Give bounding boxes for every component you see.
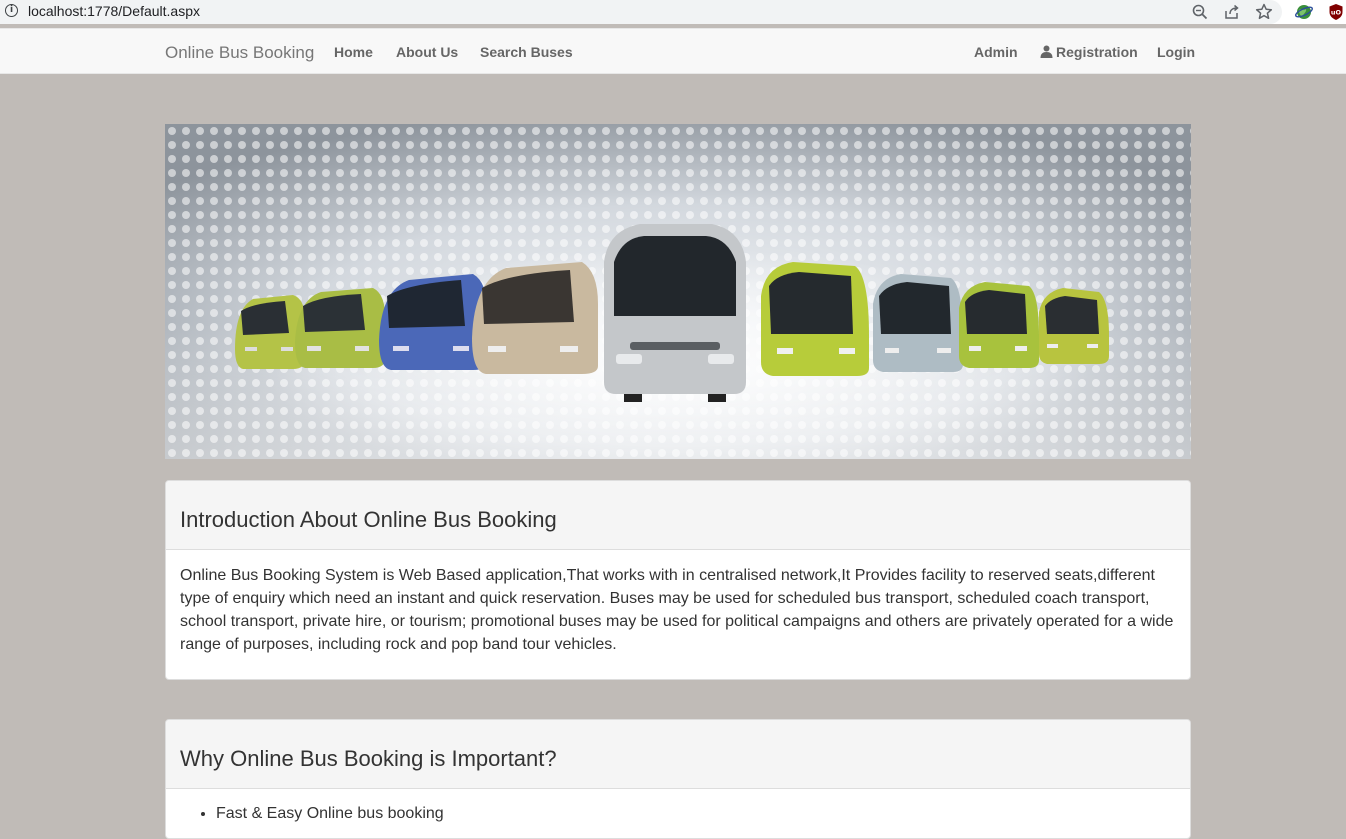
ublock-icon[interactable]: uO [1326, 2, 1346, 22]
intro-panel-body: Online Bus Booking System is Web Based a… [180, 567, 1174, 653]
why-panel-list: Fast & Easy Online bus booking [180, 802, 1176, 825]
bus-2 [295, 288, 385, 368]
bookmark-star-icon[interactable] [1254, 2, 1274, 22]
intro-panel-title: Introduction About Online Bus Booking [166, 481, 1190, 550]
bus-9 [1039, 288, 1109, 364]
address-bar[interactable]: i localhost:1778/Default.aspx [0, 0, 1282, 24]
why-panel-body: Fast & Easy Online bus booking [166, 789, 1190, 825]
why-panel-title: Why Online Bus Booking is Important? [166, 720, 1190, 789]
nav-link-home[interactable]: Home [334, 44, 373, 60]
bus-6 [761, 262, 869, 376]
svg-text:uO: uO [1331, 9, 1342, 17]
bus-fleet-banner-image [165, 124, 1191, 459]
bus-4 [472, 262, 598, 374]
address-bar-url[interactable]: localhost:1778/Default.aspx [28, 3, 200, 19]
nav-link-login[interactable]: Login [1157, 44, 1195, 60]
nav-link-registration-label: Registration [1056, 44, 1138, 60]
nav-link-registration[interactable]: Registration [1040, 44, 1138, 60]
share-icon[interactable] [1222, 2, 1242, 22]
bus-center [604, 224, 746, 402]
why-panel: Why Online Bus Booking is Important? Fas… [165, 719, 1191, 839]
nav-link-admin[interactable]: Admin [974, 44, 1018, 60]
list-item: Fast & Easy Online bus booking [216, 802, 1176, 825]
nav-link-search-buses[interactable]: Search Buses [480, 44, 573, 60]
nav-link-about-us[interactable]: About Us [396, 44, 458, 60]
bus-7 [873, 274, 963, 372]
navbar-brand[interactable]: Online Bus Booking [165, 43, 314, 63]
zoom-icon[interactable] [1190, 2, 1210, 22]
user-icon [1040, 45, 1053, 58]
info-icon[interactable]: i [5, 4, 18, 17]
browser-toolbar: i localhost:1778/Default.aspx uO [0, 0, 1346, 24]
bus-8 [959, 282, 1039, 368]
main-navbar: Online Bus Booking Home About Us Search … [0, 28, 1346, 74]
bus-1 [235, 295, 305, 369]
bus-fleet-illustration [165, 124, 1191, 459]
intro-panel: Introduction About Online Bus Booking On… [165, 480, 1191, 680]
extension-globe-icon[interactable] [1294, 2, 1314, 22]
